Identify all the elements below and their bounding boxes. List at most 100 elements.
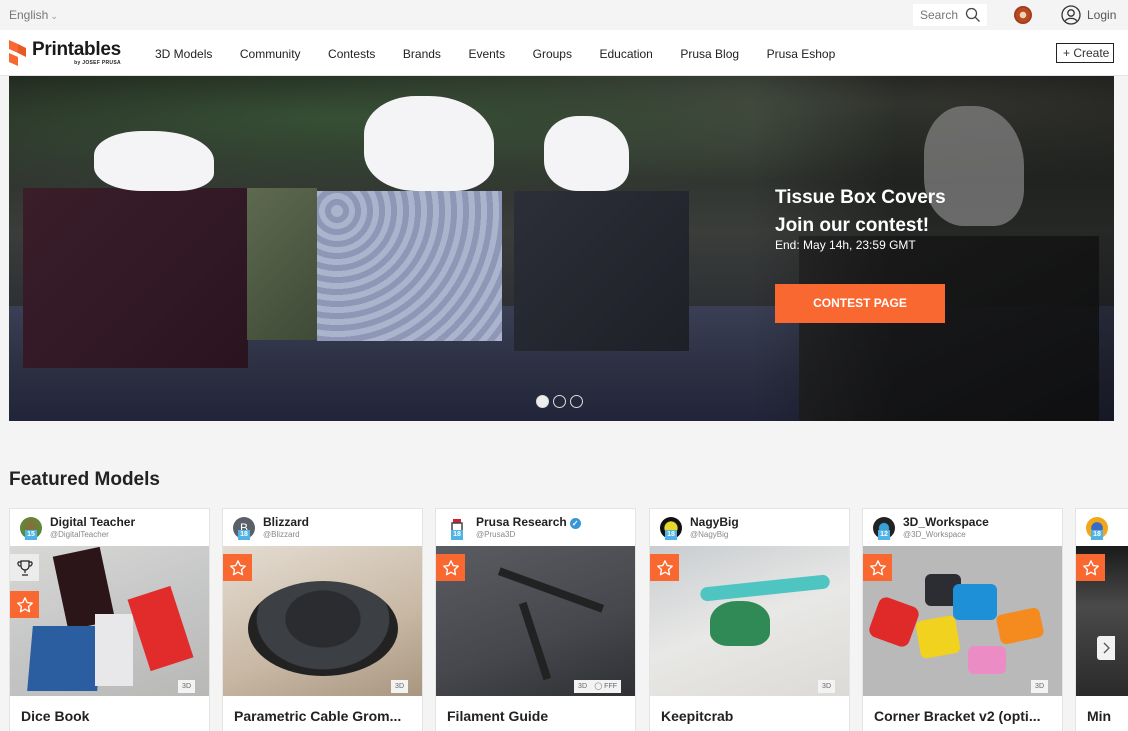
featured-badge	[10, 591, 39, 618]
search-icon[interactable]	[965, 7, 981, 23]
model-thumbnail[interactable]: 3D	[863, 546, 1062, 696]
model-type-tag: 3D	[178, 680, 195, 693]
carousel-dot-1[interactable]	[536, 395, 549, 408]
tissue-box-image	[317, 191, 502, 341]
model-title[interactable]: Filament Guide	[447, 708, 548, 724]
trophy-icon	[16, 559, 33, 576]
nav-contests[interactable]: Contests	[328, 47, 375, 61]
model-card[interactable]: 18 Prusa Research ✓ @Prusa3D 3D ◯ FFF Fil…	[435, 508, 636, 731]
model-title[interactable]: Corner Bracket v2 (opti...	[874, 708, 1041, 724]
hero-title-line2: Join our contest!	[775, 215, 930, 236]
top-bar: English ⌄ Search Login	[0, 0, 1128, 30]
author-handle: @DigitalTeacher	[50, 530, 109, 539]
printables-logo-icon	[9, 40, 26, 66]
hero-title: Tissue Box Covers Join our contest!	[775, 184, 946, 240]
thumb-shape	[953, 584, 997, 620]
model-card[interactable]: 15 Digital Teacher @DigitalTeacher 3D Di…	[9, 508, 210, 731]
tissue-box-image	[514, 191, 689, 351]
nav-community[interactable]: Community	[240, 47, 301, 61]
author-handle: @Blizzard	[263, 530, 300, 539]
star-icon	[229, 559, 246, 575]
carousel-dot-3[interactable]	[570, 395, 583, 408]
model-type-tag: 3D	[818, 680, 835, 693]
nav-groups[interactable]: Groups	[533, 47, 572, 61]
model-thumbnail[interactable]	[1076, 546, 1128, 696]
model-title[interactable]: Parametric Cable Grom...	[234, 708, 401, 724]
model-thumbnail[interactable]: 3D	[650, 546, 849, 696]
tissue-box-image	[23, 188, 248, 368]
main-nav: 3D Models Community Contests Brands Even…	[155, 47, 863, 61]
author-name[interactable]: 3D_Workspace	[903, 515, 989, 529]
printer-tech-tag: ◯ FFF	[590, 680, 621, 693]
author-level-badge: 18	[665, 530, 677, 540]
model-title[interactable]: Min	[1087, 708, 1111, 724]
model-type-tag: 3D	[1031, 680, 1048, 693]
tissue-image	[364, 96, 494, 191]
star-icon	[869, 559, 886, 575]
create-button[interactable]: + Create	[1056, 43, 1114, 63]
login-label: Login	[1087, 8, 1117, 22]
featured-badge	[1076, 554, 1105, 581]
tissue-image	[544, 116, 629, 191]
author-level-badge: 18	[1091, 530, 1103, 540]
brand-subtitle: by JOSEF PRUSA	[74, 60, 121, 66]
contest-winner-badge	[10, 554, 39, 581]
featured-badge	[436, 554, 465, 581]
printables-logo[interactable]: Printables by JOSEF PRUSA	[9, 40, 121, 66]
star-icon	[656, 559, 673, 575]
hero-title-line1: Tissue Box Covers	[775, 187, 946, 208]
thumb-shape	[915, 614, 961, 660]
thumb-shape	[968, 646, 1006, 674]
model-card[interactable]: 12 3D_Workspace @3D_Workspace 3D Corner …	[862, 508, 1063, 731]
nav-prusa-blog[interactable]: Prusa Blog	[680, 47, 739, 61]
nav-events[interactable]: Events	[468, 47, 505, 61]
thumb-shape	[710, 601, 770, 646]
printer-tech-label: FFF	[604, 683, 617, 690]
login-button[interactable]: Login	[1061, 5, 1116, 25]
author-handle: @Prusa3D	[476, 530, 516, 539]
carousel-dot-2[interactable]	[553, 395, 566, 408]
author-level-badge: 12	[878, 530, 890, 540]
model-thumbnail[interactable]: 3D	[223, 546, 422, 696]
thumb-shape	[95, 614, 133, 686]
nav-prusa-eshop[interactable]: Prusa Eshop	[767, 47, 836, 61]
author-handle: @NagyBig	[690, 530, 729, 539]
tissue-image	[94, 131, 214, 191]
promo-donut-icon[interactable]	[1014, 6, 1032, 24]
model-title[interactable]: Keepitcrab	[661, 708, 733, 724]
hero-carousel[interactable]: Tissue Box Covers Join our contest! End:…	[9, 76, 1114, 421]
model-card[interactable]: B 18 Blizzard @Blizzard 3D Parametric Ca…	[222, 508, 423, 731]
thumb-shape	[995, 606, 1045, 646]
model-card[interactable]: 18 NagyBig @NagyBig 3D Keepitcrab	[649, 508, 850, 731]
search-input[interactable]: Search	[913, 4, 987, 26]
model-card[interactable]: 18 Min	[1075, 508, 1128, 731]
model-title[interactable]: Dice Book	[21, 708, 89, 724]
author-name[interactable]: Digital Teacher	[50, 515, 135, 529]
nav-brands[interactable]: Brands	[403, 47, 441, 61]
language-selector[interactable]: English ⌄	[9, 8, 58, 22]
author-level-badge: 18	[238, 530, 250, 540]
thumb-shape	[248, 581, 398, 676]
author-name[interactable]: Blizzard	[263, 515, 309, 529]
carousel-dots	[536, 395, 583, 408]
author-name[interactable]: Prusa Research ✓	[476, 515, 581, 529]
carousel-next-button[interactable]	[1097, 636, 1115, 660]
author-name-text: Prusa Research	[476, 515, 567, 529]
chevron-down-icon: ⌄	[50, 11, 58, 21]
featured-badge	[863, 554, 892, 581]
author-handle: @3D_Workspace	[903, 530, 966, 539]
featured-badge	[223, 554, 252, 581]
model-thumbnail[interactable]: 3D ◯ FFF	[436, 546, 635, 696]
card-header: 18 Prusa Research ✓ @Prusa3D	[436, 509, 635, 546]
contest-page-button[interactable]: CONTEST PAGE	[775, 284, 945, 323]
featured-models-title: Featured Models	[9, 469, 160, 490]
card-header: 18	[1076, 509, 1128, 546]
model-thumbnail[interactable]: 3D	[10, 546, 209, 696]
featured-badge	[650, 554, 679, 581]
thumb-shape	[27, 626, 103, 691]
nav-education[interactable]: Education	[599, 47, 652, 61]
search-placeholder: Search	[920, 8, 959, 22]
author-name[interactable]: NagyBig	[690, 515, 739, 529]
tissue-box-image	[247, 188, 317, 340]
nav-3d-models[interactable]: 3D Models	[155, 47, 212, 61]
